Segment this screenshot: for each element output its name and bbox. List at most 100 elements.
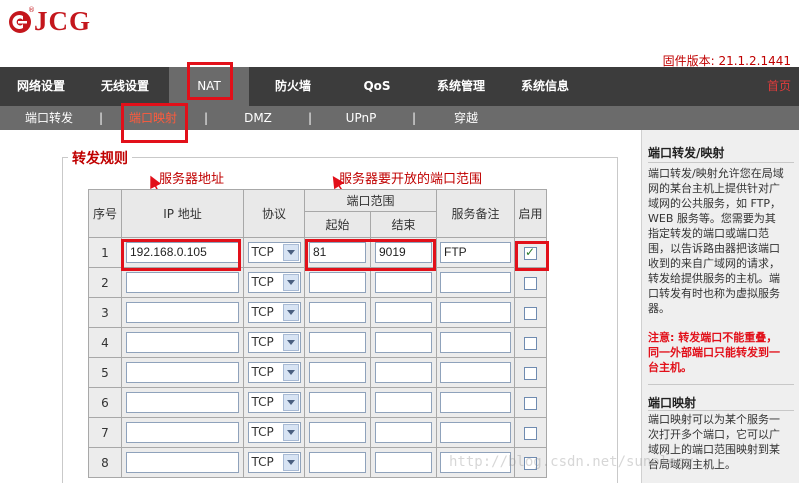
chevron-down-icon[interactable] bbox=[282, 334, 299, 351]
enable-cell bbox=[514, 417, 547, 448]
ip-address-input[interactable] bbox=[126, 302, 239, 323]
enable-checkbox[interactable] bbox=[524, 276, 537, 290]
ip-address-input[interactable] bbox=[126, 272, 239, 293]
protocol-select-value: TCP bbox=[251, 365, 274, 379]
end-port-input[interactable] bbox=[375, 302, 432, 323]
end-port-input[interactable] bbox=[375, 272, 432, 293]
protocol-select-value: TCP bbox=[251, 455, 274, 469]
protocol-select-value: TCP bbox=[251, 335, 274, 349]
protocol-select[interactable]: TCP bbox=[247, 332, 301, 353]
enable-checkbox[interactable] bbox=[524, 396, 537, 410]
enable-checkbox[interactable] bbox=[524, 336, 537, 350]
subnav-port-forward[interactable]: 端口转发 bbox=[18, 106, 80, 130]
start-port-input[interactable] bbox=[309, 302, 366, 323]
start-port-cell bbox=[304, 387, 371, 418]
service-note-input[interactable] bbox=[440, 302, 511, 323]
protocol-select[interactable]: TCP bbox=[247, 302, 301, 323]
row-index: 3 bbox=[88, 297, 122, 328]
subnav-separator: | bbox=[308, 111, 313, 125]
end-port-input[interactable] bbox=[375, 362, 432, 383]
protocol-select-value: TCP bbox=[251, 305, 274, 319]
service-note-input[interactable] bbox=[440, 422, 511, 443]
end-port-input[interactable] bbox=[375, 332, 432, 353]
nav-item-wireless[interactable]: 无线设置 bbox=[88, 67, 162, 106]
protocol-cell: TCP bbox=[243, 327, 305, 358]
row-index: 5 bbox=[88, 357, 122, 388]
subnav-upnp[interactable]: UPnP bbox=[338, 106, 384, 130]
col-header-end: 结束 bbox=[370, 211, 437, 238]
start-port-input[interactable] bbox=[309, 422, 366, 443]
protocol-select[interactable]: TCP bbox=[247, 452, 301, 473]
enable-checkbox[interactable] bbox=[524, 306, 537, 320]
nav-item-system-info[interactable]: 系统信息 bbox=[507, 67, 583, 106]
enable-checkbox[interactable] bbox=[524, 426, 537, 440]
ip-address-input[interactable] bbox=[126, 362, 239, 383]
protocol-select[interactable]: TCP bbox=[247, 362, 301, 383]
service-note-input[interactable] bbox=[440, 362, 511, 383]
service-note-input[interactable]: FTP bbox=[440, 242, 511, 263]
enable-cell bbox=[514, 267, 547, 298]
start-port-input[interactable] bbox=[309, 452, 366, 473]
protocol-cell: TCP bbox=[243, 267, 305, 298]
nav-item-network[interactable]: 网络设置 bbox=[4, 67, 78, 106]
nav-home-link[interactable]: 首页 bbox=[767, 67, 791, 106]
help-line: 端口转发/映射允许您在局域 bbox=[648, 167, 784, 180]
end-port-input[interactable] bbox=[375, 392, 432, 413]
nav-item-qos[interactable]: QoS bbox=[345, 67, 409, 106]
annotation-server-address: 服务器地址 bbox=[159, 172, 225, 187]
row-index: 1 bbox=[88, 237, 122, 268]
enable-cell bbox=[514, 327, 547, 358]
nav-item-firewall[interactable]: 防火墙 bbox=[258, 67, 328, 106]
subnav-port-mapping[interactable]: 端口映射 bbox=[122, 106, 184, 130]
protocol-select[interactable]: TCP bbox=[247, 392, 301, 413]
service-note-input[interactable] bbox=[440, 452, 511, 473]
annotation-port-range: 服务器要开放的端口范围 bbox=[339, 172, 483, 187]
protocol-select[interactable]: TCP bbox=[247, 242, 301, 263]
chevron-down-icon[interactable] bbox=[282, 274, 299, 291]
start-port-input[interactable] bbox=[309, 362, 366, 383]
ip-address-input[interactable] bbox=[126, 332, 239, 353]
protocol-cell: TCP bbox=[243, 387, 305, 418]
subnav-separator: | bbox=[204, 111, 209, 125]
help-divider bbox=[648, 384, 794, 385]
service-note-input[interactable] bbox=[440, 392, 511, 413]
nav-item-nat[interactable]: NAT bbox=[169, 67, 249, 106]
protocol-select-value: TCP bbox=[251, 275, 274, 289]
subnav-traversal[interactable]: 穿越 bbox=[446, 106, 486, 130]
start-port-input[interactable]: 81 bbox=[309, 242, 366, 263]
ip-address-input[interactable]: 192.168.0.105 bbox=[126, 242, 239, 263]
protocol-cell: TCP bbox=[243, 237, 305, 268]
enable-checkbox[interactable] bbox=[524, 366, 537, 380]
chevron-down-icon[interactable] bbox=[282, 364, 299, 381]
enable-checkbox[interactable] bbox=[524, 245, 537, 260]
chevron-down-icon[interactable] bbox=[282, 454, 299, 471]
end-port-cell: 9019 bbox=[370, 237, 437, 268]
help-line: 指定转发的端口或端口范 bbox=[648, 227, 769, 240]
note-cell bbox=[436, 387, 515, 418]
chevron-down-icon[interactable] bbox=[282, 394, 299, 411]
service-note-input[interactable] bbox=[440, 272, 511, 293]
nav-item-system-management[interactable]: 系统管理 bbox=[423, 67, 499, 106]
start-port-input[interactable] bbox=[309, 392, 366, 413]
end-port-input[interactable]: 9019 bbox=[375, 242, 432, 263]
ip-address-input[interactable] bbox=[126, 392, 239, 413]
end-port-input[interactable] bbox=[375, 452, 432, 473]
ip-address-input[interactable] bbox=[126, 422, 239, 443]
start-port-cell bbox=[304, 327, 371, 358]
chevron-down-icon[interactable] bbox=[282, 424, 299, 441]
service-note-input[interactable] bbox=[440, 332, 511, 353]
protocol-select[interactable]: TCP bbox=[247, 272, 301, 293]
end-port-input[interactable] bbox=[375, 422, 432, 443]
start-port-input[interactable] bbox=[309, 272, 366, 293]
help-line: 口转发有时也称为虚拟服务 bbox=[648, 287, 780, 300]
ip-address-input[interactable] bbox=[126, 452, 239, 473]
table-row: 6 TCP bbox=[88, 387, 547, 418]
chevron-down-icon[interactable] bbox=[282, 304, 299, 321]
enable-cell bbox=[514, 447, 547, 478]
row-index: 2 bbox=[88, 267, 122, 298]
chevron-down-icon[interactable] bbox=[282, 244, 299, 261]
enable-checkbox[interactable] bbox=[524, 456, 537, 470]
subnav-dmz[interactable]: DMZ bbox=[238, 106, 278, 130]
protocol-select[interactable]: TCP bbox=[247, 422, 301, 443]
start-port-input[interactable] bbox=[309, 332, 366, 353]
